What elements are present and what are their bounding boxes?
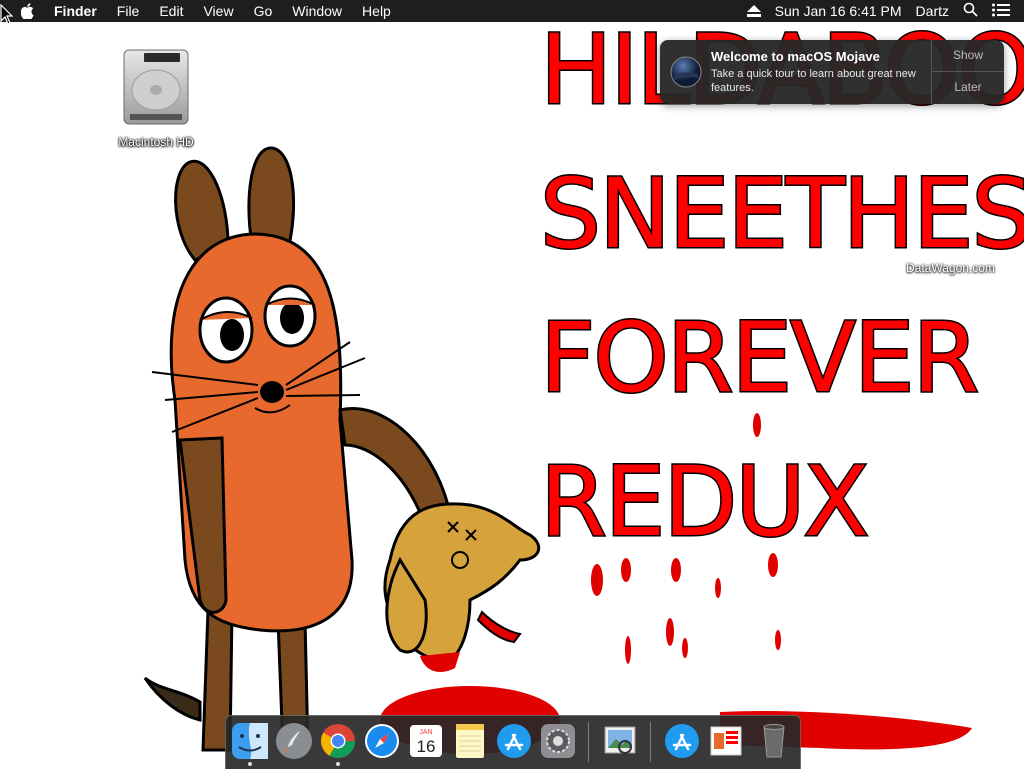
dock-finder[interactable] bbox=[230, 721, 270, 766]
finder-running-indicator bbox=[248, 762, 252, 766]
dock-chrome[interactable] bbox=[318, 721, 358, 766]
menu-finder[interactable]: Finder bbox=[46, 0, 107, 22]
dock-calendar[interactable]: JAN 16 bbox=[406, 721, 446, 761]
menu-file[interactable]: File bbox=[107, 0, 150, 22]
notes-icon bbox=[456, 724, 484, 758]
notification-later-button[interactable]: Later bbox=[932, 71, 1004, 103]
calendar-icon: JAN 16 bbox=[410, 725, 442, 757]
macos-mojave-icon bbox=[670, 56, 702, 88]
menu-view[interactable]: View bbox=[193, 0, 243, 22]
trash-icon bbox=[763, 724, 785, 758]
chrome-running-indicator bbox=[336, 762, 340, 766]
dock-separator-2 bbox=[650, 722, 651, 762]
dock-launchpad[interactable] bbox=[274, 721, 314, 761]
mouse-nose bbox=[260, 381, 284, 403]
calendar-month: JAN bbox=[419, 729, 432, 736]
macintosh-hd-desktop-icon[interactable]: Macintosh HD bbox=[108, 46, 204, 149]
app-store-icon bbox=[497, 724, 531, 758]
dock-image-document[interactable] bbox=[706, 721, 746, 761]
dock-preview[interactable] bbox=[600, 721, 640, 761]
preview-icon bbox=[604, 726, 636, 754]
finder-icon bbox=[232, 723, 268, 759]
dock-separator bbox=[588, 722, 589, 762]
notification-actions: Show Later bbox=[931, 40, 1004, 104]
menubar-clock[interactable]: Sun Jan 16 6:41 PM bbox=[775, 3, 902, 19]
wallpaper-text-line-2: SNEETHES bbox=[538, 158, 1024, 270]
notification-show-button[interactable]: Show bbox=[932, 40, 1004, 71]
dock: JAN 16 bbox=[225, 715, 801, 769]
hard-drive-icon bbox=[123, 49, 189, 125]
dock-applications-folder[interactable] bbox=[662, 721, 702, 761]
mouse-tail bbox=[143, 676, 202, 722]
notification-body: Take a quick tour to learn about great n… bbox=[711, 68, 916, 94]
menu-window[interactable]: Window bbox=[282, 0, 352, 22]
dock-notes[interactable] bbox=[450, 721, 490, 761]
menu-go[interactable]: Go bbox=[244, 0, 283, 22]
chrome-icon bbox=[321, 724, 355, 758]
dock-system-preferences[interactable] bbox=[538, 721, 578, 761]
user-switcher[interactable]: Dartz bbox=[916, 3, 949, 19]
notification-title: Welcome to macOS Mojave bbox=[711, 49, 880, 64]
menu-bar: Finder File Edit View Go Window Help Sun… bbox=[0, 0, 1024, 22]
menu-edit[interactable]: Edit bbox=[149, 0, 193, 22]
image-document-icon bbox=[710, 726, 742, 756]
notification-center-icon[interactable] bbox=[992, 3, 1010, 20]
calendar-day: 16 bbox=[417, 737, 436, 756]
menu-help[interactable]: Help bbox=[352, 0, 401, 22]
system-preferences-icon bbox=[541, 724, 575, 758]
wallpaper-text-line-3: FOREVER bbox=[538, 302, 980, 414]
dock-app-store[interactable] bbox=[494, 721, 534, 761]
macintosh-hd-label: Macintosh HD bbox=[118, 135, 194, 149]
dock-safari[interactable] bbox=[362, 721, 402, 761]
safari-icon bbox=[365, 724, 399, 758]
dog-tongue bbox=[476, 610, 522, 644]
mouse-pointer-icon bbox=[0, 4, 14, 25]
wallpaper-text-line-4: REDUX bbox=[538, 446, 870, 558]
apple-menu-icon[interactable] bbox=[18, 0, 38, 22]
welcome-notification[interactable]: Welcome to macOS Mojave Take a quick tou… bbox=[660, 40, 1004, 104]
eject-icon[interactable] bbox=[746, 5, 761, 17]
spotlight-search-icon[interactable] bbox=[963, 2, 978, 20]
launchpad-icon bbox=[276, 723, 312, 759]
app-store-folder-icon bbox=[665, 724, 699, 758]
dock-trash[interactable] bbox=[754, 721, 794, 761]
wallpaper-watermark: DataWagon.com bbox=[906, 261, 995, 275]
